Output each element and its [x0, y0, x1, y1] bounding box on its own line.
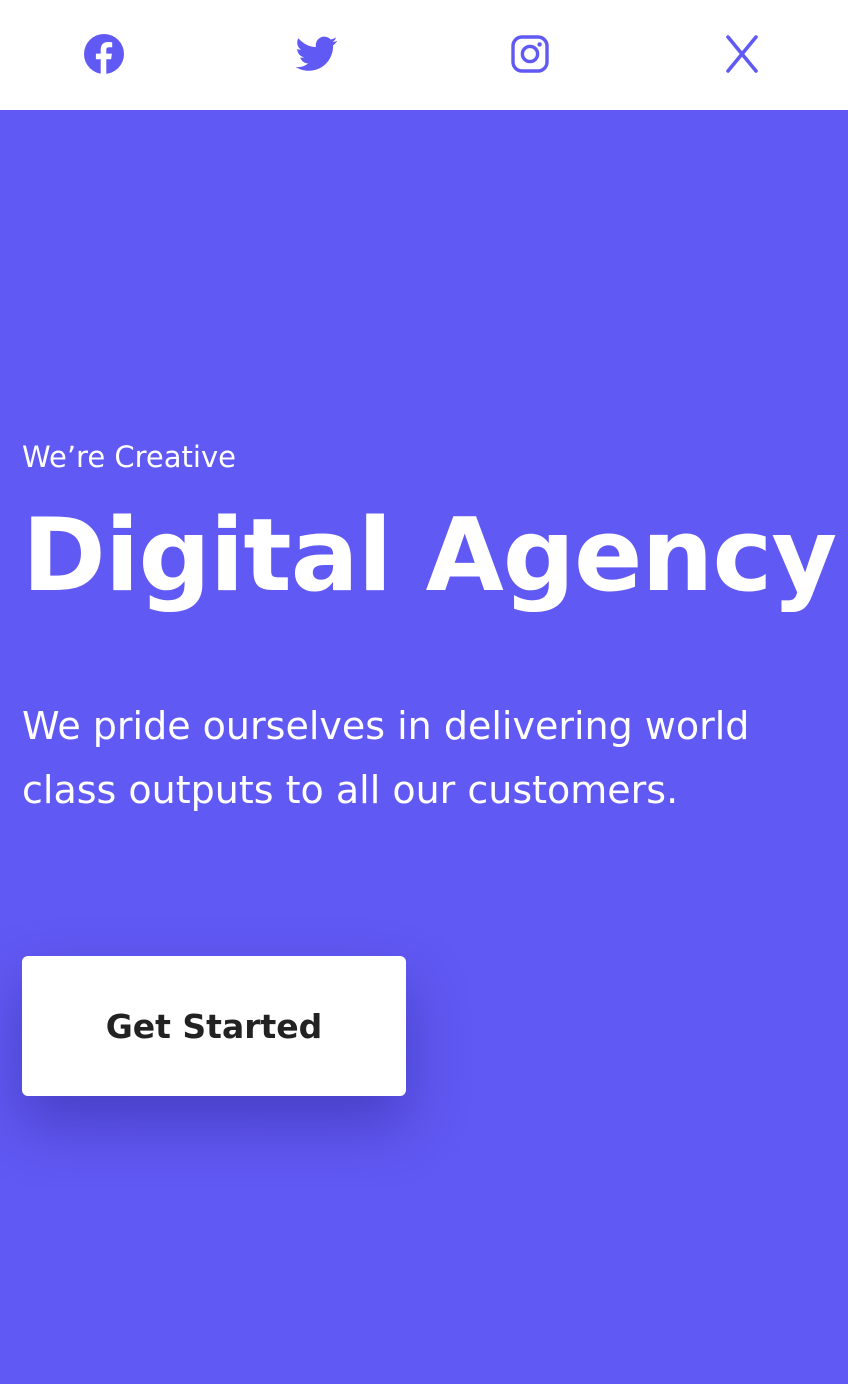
hero-tagline: We pride ourselves in delivering world c…: [22, 704, 750, 812]
get-started-button[interactable]: Get Started: [22, 956, 406, 1096]
get-started-label: Get Started: [105, 1006, 323, 1046]
twitter-icon[interactable]: [296, 33, 338, 75]
top-bar: [0, 0, 848, 110]
hero-headline: Digital Agency: [22, 496, 837, 614]
hero-section: We’re Creative Digital Agency We pride o…: [0, 110, 848, 1384]
hero-eyebrow: We’re Creative: [22, 440, 236, 474]
instagram-icon[interactable]: [509, 33, 551, 75]
close-icon[interactable]: [721, 33, 763, 75]
facebook-icon[interactable]: [83, 33, 125, 75]
